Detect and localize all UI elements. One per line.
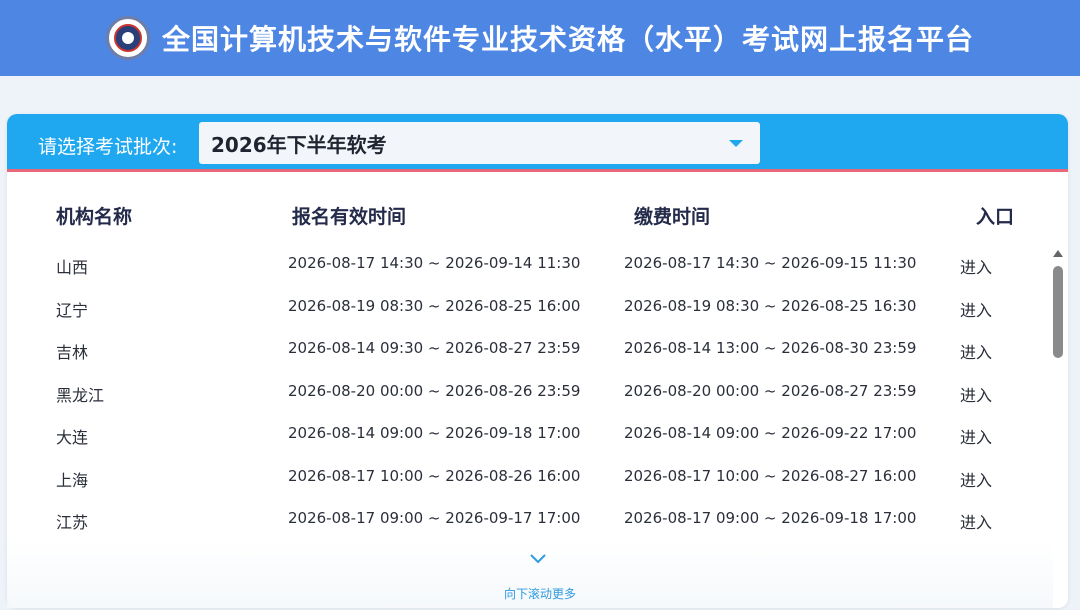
registration-period: 2026-08-17 10:00 ~ 2026-08-26 16:00 bbox=[288, 466, 581, 485]
enter-link[interactable]: 进入 bbox=[960, 467, 992, 491]
batch-select[interactable]: 2026年下半年软考 bbox=[199, 122, 760, 164]
chevron-down-icon[interactable] bbox=[529, 553, 547, 565]
org-name: 黑龙江 bbox=[56, 385, 105, 405]
enter-link[interactable]: 进入 bbox=[960, 382, 992, 406]
org-name: 山西 bbox=[56, 258, 89, 277]
payment-period: 2026-08-20 00:00 ~ 2026-08-27 23:59 bbox=[624, 381, 917, 400]
payment-period: 2026-08-17 10:00 ~ 2026-08-27 16:00 bbox=[624, 466, 917, 485]
enter-link[interactable]: 进入 bbox=[960, 297, 992, 321]
batch-select-value: 2026年下半年软考 bbox=[211, 132, 387, 157]
org-name: 大连 bbox=[56, 428, 89, 447]
payment-period: 2026-08-19 08:30 ~ 2026-08-25 16:30 bbox=[624, 296, 917, 315]
table-scrollbar[interactable] bbox=[1051, 250, 1065, 540]
logo-icon bbox=[105, 16, 150, 60]
batch-label: 请选择考试批次: bbox=[38, 136, 178, 158]
payment-period: 2026-08-17 09:00 ~ 2026-09-18 17:00 bbox=[624, 509, 917, 527]
table-row: 吉林 2026-08-14 09:30 ~ 2026-08-27 23:59 2… bbox=[7, 329, 1068, 372]
scroll-more-hint[interactable]: 向下滚动更多 bbox=[0, 585, 1080, 602]
org-name: 辽宁 bbox=[56, 300, 89, 320]
enter-link[interactable]: 进入 bbox=[960, 424, 992, 448]
caret-down-icon[interactable] bbox=[729, 140, 743, 147]
registration-period: 2026-08-17 09:00 ~ 2026-09-17 17:00 bbox=[288, 509, 581, 527]
table-row: 上海 2026-08-17 10:00 ~ 2026-08-26 16:00 2… bbox=[7, 457, 1068, 500]
page-header: 全国计算机技术与软件专业技术资格（水平）考试网上报名平台 bbox=[0, 0, 1080, 76]
page-title: 全国计算机技术与软件专业技术资格（水平）考试网上报名平台 bbox=[161, 23, 974, 56]
org-name: 江苏 bbox=[56, 513, 89, 532]
scroll-up-arrow-icon[interactable] bbox=[1053, 250, 1063, 257]
column-header-registration-time: 报名有效时间 bbox=[292, 206, 407, 228]
table-row: 黑龙江 2026-08-20 00:00 ~ 2026-08-26 23:59 … bbox=[7, 372, 1068, 415]
enter-link[interactable]: 进入 bbox=[960, 254, 992, 278]
table-row: 山西 2026-08-17 14:30 ~ 2026-09-14 11:30 2… bbox=[7, 244, 1068, 287]
column-header-entry: 入口 bbox=[976, 206, 1015, 228]
registration-period: 2026-08-14 09:00 ~ 2026-09-18 17:00 bbox=[288, 424, 581, 442]
payment-period: 2026-08-14 09:00 ~ 2026-09-22 17:00 bbox=[624, 424, 917, 442]
batch-selector-bar: 请选择考试批次: 2026年下半年软考 bbox=[7, 114, 1068, 172]
registration-period: 2026-08-19 08:30 ~ 2026-08-25 16:00 bbox=[288, 296, 581, 315]
table-row: 辽宁 2026-08-19 08:30 ~ 2026-08-25 16:00 2… bbox=[7, 287, 1068, 330]
enter-link[interactable]: 进入 bbox=[960, 339, 992, 363]
payment-period: 2026-08-17 14:30 ~ 2026-09-15 11:30 bbox=[624, 254, 917, 272]
institution-list: 山西 2026-08-17 14:30 ~ 2026-09-14 11:30 2… bbox=[7, 244, 1068, 542]
registration-period: 2026-08-20 00:00 ~ 2026-08-26 23:59 bbox=[288, 381, 581, 400]
column-header-org: 机构名称 bbox=[56, 206, 133, 228]
payment-period: 2026-08-14 13:00 ~ 2026-08-30 23:59 bbox=[624, 339, 917, 357]
enter-link[interactable]: 进入 bbox=[960, 509, 992, 533]
registration-period: 2026-08-17 14:30 ~ 2026-09-14 11:30 bbox=[288, 254, 581, 272]
registration-period: 2026-08-14 09:30 ~ 2026-08-27 23:59 bbox=[288, 339, 581, 357]
scroll-thumb[interactable] bbox=[1053, 266, 1063, 358]
org-name: 上海 bbox=[56, 470, 89, 490]
org-name: 吉林 bbox=[56, 343, 89, 362]
table-row: 江苏 2026-08-17 09:00 ~ 2026-09-17 17:00 2… bbox=[7, 499, 1068, 542]
column-header-payment-time: 缴费时间 bbox=[634, 206, 711, 228]
registration-card: 请选择考试批次: 2026年下半年软考 机构名称 报名有效时间 缴费时间 入口 … bbox=[7, 114, 1068, 608]
table-row: 大连 2026-08-14 09:00 ~ 2026-09-18 17:00 2… bbox=[7, 414, 1068, 457]
